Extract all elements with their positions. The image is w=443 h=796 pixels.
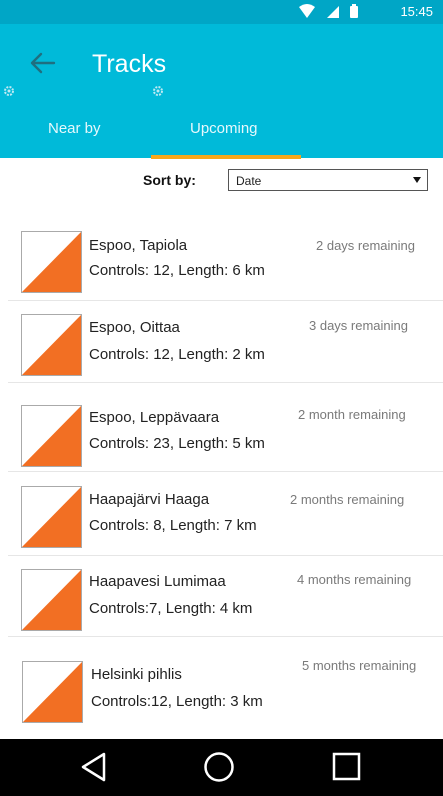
status-icons [297,3,385,21]
dropdown-arrow-icon [413,177,421,183]
control-flag-icon [21,569,82,631]
track-meta: Controls: 23, Length: 5 km [89,435,265,452]
list-item[interactable]: Espoo, Oittaa Controls: 12, Length: 2 km… [8,301,443,382]
gear-icon [151,84,165,98]
track-remaining: 2 days remaining [316,238,415,253]
list-item[interactable]: Espoo, Tapiola Controls: 12, Length: 6 k… [8,218,443,300]
sort-row: Sort by: Date [0,166,443,200]
list-item[interactable]: Helsinki pihlis Controls:12, Length: 3 k… [8,637,443,733]
navigation-bar [0,739,443,796]
track-name: Espoo, Leppävaara [89,409,220,426]
sort-label: Sort by: [143,172,196,188]
signal-icon [327,6,339,18]
tab-near-by[interactable]: Near by [48,120,101,137]
sort-dropdown[interactable]: Date [228,169,428,191]
home-nav-icon[interactable] [203,751,235,788]
list-item[interactable]: Haapajärvi Haaga Controls: 8, Length: 7 … [8,472,443,555]
sort-selected-value: Date [236,174,262,188]
list-item[interactable]: Haapavesi Lumimaa Controls:7, Length: 4 … [8,556,443,636]
control-flag-icon [21,231,82,293]
track-remaining: 2 months remaining [290,492,405,507]
control-flag-icon [22,661,83,723]
control-flag-icon [21,405,82,467]
track-meta: Controls: 12, Length: 2 km [89,346,265,363]
track-remaining: 2 month remaining [298,407,406,422]
page-title: Tracks [92,50,167,78]
status-time: 15:45 [400,4,433,19]
track-name: Espoo, Tapiola [89,237,188,254]
track-name: Haapavesi Lumimaa [89,573,226,590]
track-remaining: 5 months remaining [302,658,417,673]
track-remaining: 4 months remaining [297,572,412,587]
tab-indicator [151,155,301,159]
track-remaining: 3 days remaining [309,318,408,333]
status-bar: 15:45 [0,0,443,24]
recents-nav-icon[interactable] [331,751,363,788]
battery-icon [350,4,358,18]
track-name: Haapajärvi Haaga [89,491,210,508]
back-nav-icon[interactable] [78,751,110,788]
track-meta: Controls:7, Length: 4 km [89,600,253,617]
track-name: Espoo, Oittaa [89,319,180,336]
app-bar: Tracks Near by Upcoming [0,24,443,158]
track-name: Helsinki pihlis [91,666,182,683]
tab-upcoming[interactable]: Upcoming [190,120,258,137]
control-flag-icon [21,314,82,376]
track-meta: Controls:12, Length: 3 km [91,693,263,710]
gear-icon [2,84,16,98]
control-flag-icon [21,486,82,548]
list-item[interactable]: Espoo, Leppävaara Controls: 23, Length: … [8,383,443,471]
back-arrow-icon[interactable] [28,50,58,76]
wifi-icon [299,4,315,18]
track-meta: Controls: 12, Length: 6 km [89,262,265,279]
track-meta: Controls: 8, Length: 7 km [89,517,257,534]
